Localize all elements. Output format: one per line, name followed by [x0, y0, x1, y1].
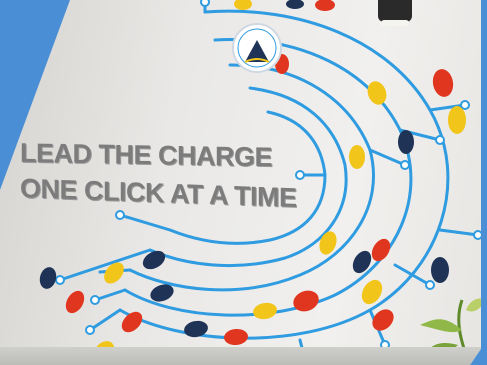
circuit-node [400, 160, 410, 170]
circuit-node [435, 135, 445, 145]
circuit-trace [368, 148, 407, 167]
circuit-node [460, 100, 470, 110]
ceiling-lamp [378, 0, 412, 26]
mouse-navy [352, 250, 372, 274]
slogan-line-1: LEAD THE CHARGE [20, 137, 273, 173]
mouse-navy [39, 267, 57, 289]
mouse-red [293, 290, 319, 312]
mouse-red [224, 328, 248, 346]
circuit-node [295, 170, 305, 180]
circuit-trace [148, 86, 348, 268]
floor-strip [0, 347, 487, 365]
mouse-red [315, 0, 335, 11]
mouse-red [65, 290, 85, 314]
circuit-trace [118, 213, 172, 232]
circuit-trace [123, 38, 413, 317]
mouse-yellow [367, 81, 387, 105]
circuit-trace [393, 263, 432, 287]
wall-photo: LEAD THE CHARGE ONE CLICK AT A TIME [0, 0, 487, 365]
mouse-red [432, 69, 454, 97]
circuit-node [115, 210, 125, 220]
circuit-node [90, 295, 100, 305]
circuit-node [425, 280, 435, 290]
circuit-trace [438, 228, 480, 237]
circuit-trace [88, 308, 122, 332]
circuit-node [55, 275, 65, 285]
mouse-navy [286, 0, 304, 9]
mouse-yellow [448, 106, 466, 134]
circuit-node [200, 0, 210, 7]
mouse-navy [398, 130, 414, 154]
mouse-yellow [234, 0, 252, 10]
mouse-yellow [253, 302, 277, 320]
mouse-yellow [349, 145, 365, 169]
circuit-node [85, 325, 95, 335]
frame-edge [481, 0, 487, 365]
mouse-red [371, 238, 391, 262]
mouse-navy [431, 257, 449, 283]
first-generation-badge [232, 23, 282, 73]
